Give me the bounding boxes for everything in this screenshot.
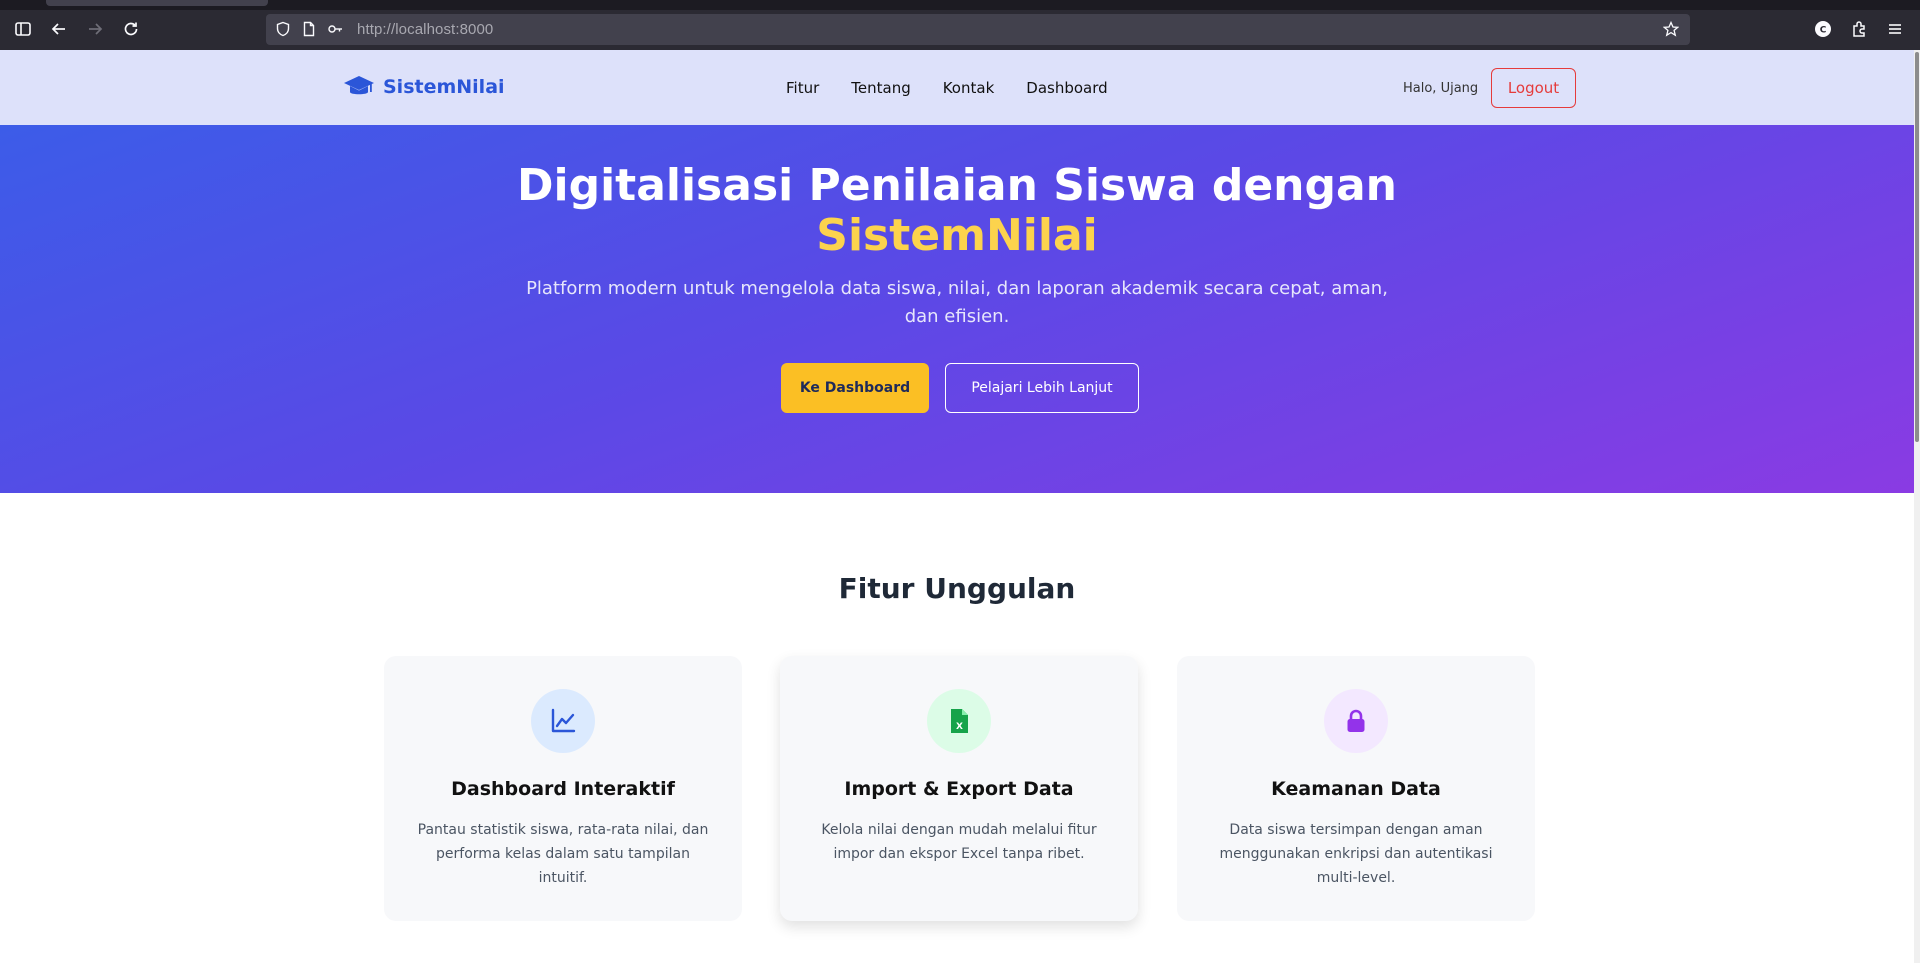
feature-card-desc: Kelola nilai dengan mudah melalui fitur …	[821, 822, 1097, 862]
brand-name: SistemNilai	[383, 76, 505, 98]
sidebar-toggle-icon[interactable]	[12, 18, 34, 40]
excel-file-icon: X	[927, 689, 991, 753]
browser-tab[interactable]	[46, 0, 268, 6]
forward-icon[interactable]	[84, 18, 106, 40]
hero-title-text: Digitalisasi Penilaian Siswa dengan	[516, 160, 1398, 211]
feature-card-desc: Pantau statistik siswa, rata-rata nilai,…	[417, 822, 709, 886]
url-port: :8000	[455, 21, 494, 38]
back-icon[interactable]	[48, 18, 70, 40]
page-icon[interactable]	[300, 20, 318, 38]
scrollbar-thumb[interactable]	[1915, 52, 1919, 442]
nav-links: Fitur Tentang Kontak Dashboard	[786, 79, 1108, 97]
browser-toolbar: http://localhost:8000 C	[0, 0, 1920, 50]
feature-card-desc: Data siswa tersimpan dengan aman menggun…	[1219, 822, 1493, 886]
feature-card-security: Keamanan Data Data siswa tersimpan denga…	[1177, 656, 1535, 921]
hero-title: Digitalisasi Penilaian Siswa dengan Sist…	[0, 161, 1914, 261]
url-text[interactable]: http://localhost:8000	[357, 21, 493, 38]
feature-card-title: Import & Export Data	[844, 778, 1074, 800]
shield-icon[interactable]	[274, 20, 292, 38]
nav-link-dashboard[interactable]: Dashboard	[1026, 79, 1107, 97]
key-icon[interactable]	[326, 20, 344, 38]
nav-link-tentang[interactable]: Tentang	[851, 79, 910, 97]
lock-icon	[1324, 689, 1388, 753]
user-greeting: Halo, Ujang	[1403, 81, 1479, 96]
feature-card-dashboard: Dashboard Interaktif Pantau statistik si…	[384, 656, 742, 921]
svg-text:X: X	[956, 722, 963, 732]
nav-link-fitur[interactable]: Fitur	[786, 79, 819, 97]
chart-line-icon	[531, 689, 595, 753]
features-title: Fitur Unggulan	[838, 572, 1076, 605]
graduation-cap-icon	[343, 74, 375, 100]
logout-button[interactable]: Logout	[1491, 68, 1576, 108]
feature-card-title: Keamanan Data	[1271, 778, 1441, 800]
address-bar[interactable]: http://localhost:8000	[266, 14, 1690, 45]
svg-text:C: C	[1820, 26, 1827, 36]
reload-icon[interactable]	[120, 18, 142, 40]
extensions-icon[interactable]	[1848, 18, 1870, 40]
feature-card-title: Dashboard Interaktif	[451, 778, 675, 800]
hero-section: Digitalisasi Penilaian Siswa dengan Sist…	[0, 125, 1914, 493]
tab-strip	[0, 0, 1920, 10]
hero-subtitle: Platform modern untuk mengelola data sis…	[526, 278, 1388, 327]
bookmark-star-icon[interactable]	[1662, 20, 1680, 38]
brand-logo[interactable]: SistemNilai	[343, 74, 505, 100]
learn-more-button[interactable]: Pelajari Lebih Lanjut	[945, 363, 1139, 413]
feature-card-import-export: X Import & Export Data Kelola nilai deng…	[780, 656, 1138, 921]
account-icon[interactable]: C	[1812, 18, 1834, 40]
menu-icon[interactable]	[1884, 18, 1906, 40]
site-navbar: SistemNilai Fitur Tentang Kontak Dashboa…	[0, 50, 1914, 125]
to-dashboard-button[interactable]: Ke Dashboard	[781, 363, 929, 413]
nav-link-kontak[interactable]: Kontak	[943, 79, 995, 97]
hero-title-highlight: SistemNilai	[816, 210, 1098, 261]
url-host: http://localhost	[357, 21, 456, 38]
